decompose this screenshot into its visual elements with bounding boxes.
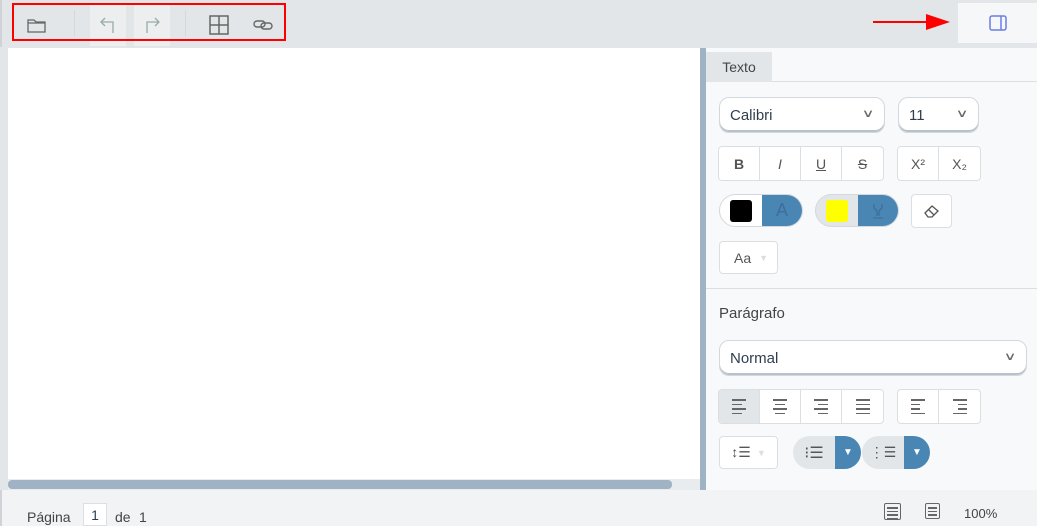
bullet-list-button[interactable]: ⁝☰ ▼	[793, 436, 861, 469]
font-size-select[interactable]: 11 ∨	[898, 97, 979, 133]
tab-divider	[772, 81, 1037, 82]
font-color-picker[interactable]: A	[719, 194, 803, 227]
bullet-list-icon: ⁝☰	[804, 444, 824, 462]
subscript-button[interactable]: X₂	[939, 147, 980, 180]
decrease-indent-button[interactable]	[898, 390, 939, 423]
align-left-icon	[732, 399, 746, 414]
indent-group	[897, 389, 981, 424]
status-bar: Página 1 de 1 100%	[0, 490, 1037, 526]
eraser-icon	[923, 205, 939, 218]
annotation-arrow	[873, 21, 933, 23]
change-case-label: Aa	[734, 249, 752, 266]
justify-button[interactable]	[842, 390, 883, 423]
page-number-input[interactable]: 1	[83, 503, 107, 526]
justify-icon	[855, 399, 870, 414]
line-spacing-button[interactable]: ↕☰ ▼	[719, 436, 778, 469]
increase-indent-button[interactable]	[939, 390, 980, 423]
font-family-value: Calibri	[730, 106, 773, 124]
line-spacing-icon: ↕☰	[731, 444, 751, 460]
clear-format-button[interactable]	[911, 194, 952, 228]
section-divider	[706, 288, 1037, 289]
horizontal-scrollbar[interactable]	[8, 480, 672, 489]
align-center-icon	[773, 399, 787, 414]
indent-icon	[952, 399, 967, 414]
tab-texto[interactable]: Texto	[706, 52, 772, 82]
font-color-swatch	[730, 199, 752, 222]
align-right-icon	[814, 399, 828, 414]
of-label: de	[115, 509, 131, 525]
align-right-button[interactable]	[801, 390, 842, 423]
highlight-color-picker[interactable]	[815, 194, 899, 227]
highlighter-icon[interactable]	[858, 195, 898, 226]
alignment-group	[718, 389, 884, 424]
fit-width-button[interactable]	[925, 503, 940, 519]
zoom-level[interactable]: 100%	[964, 506, 997, 521]
text-style-group: B I U S	[718, 146, 884, 181]
italic-button[interactable]: I	[760, 147, 801, 180]
chevron-down-icon: ∨	[1003, 351, 1017, 363]
caret-down-icon: ▼	[759, 252, 769, 263]
page-zoom-icon	[928, 507, 937, 516]
align-left-button[interactable]	[719, 390, 760, 423]
toggle-side-panel-button[interactable]	[958, 3, 1037, 43]
highlight-color-swatch	[826, 199, 848, 222]
paragraph-heading: Parágrafo	[719, 305, 785, 322]
font-color-icon[interactable]: A	[762, 195, 802, 226]
underline-button[interactable]: U	[801, 147, 842, 180]
paragraph-style-value: Normal	[730, 349, 779, 367]
numbered-list-icon: ⋮☰	[869, 444, 897, 460]
bold-button[interactable]: B	[719, 147, 760, 180]
strikethrough-button[interactable]: S	[842, 147, 883, 180]
align-center-button[interactable]	[760, 390, 801, 423]
outdent-icon	[911, 399, 925, 414]
annotation-highlight-box	[12, 3, 286, 41]
page-label: Página	[27, 509, 71, 525]
sidebar-right-icon	[988, 15, 1007, 31]
document-editor[interactable]	[8, 48, 700, 480]
font-family-select[interactable]: Calibri ∨	[719, 97, 885, 133]
chevron-down-icon: ∨	[861, 108, 875, 120]
page-icon	[887, 507, 898, 519]
paragraph-style-select[interactable]: Normal ∨	[719, 340, 1027, 376]
annotation-arrow-head	[926, 14, 950, 30]
script-group: X² X₂	[897, 146, 981, 181]
total-pages: 1	[139, 509, 147, 525]
chevron-down-icon: ∨	[955, 108, 969, 120]
caret-down-icon: ▼	[756, 447, 766, 458]
change-case-button[interactable]: Aa ▼	[719, 241, 778, 274]
numbered-list-button[interactable]: ⋮☰ ▼	[862, 436, 930, 469]
superscript-button[interactable]: X²	[898, 147, 939, 180]
font-size-value: 11	[909, 106, 925, 124]
fit-page-button[interactable]	[884, 503, 901, 520]
